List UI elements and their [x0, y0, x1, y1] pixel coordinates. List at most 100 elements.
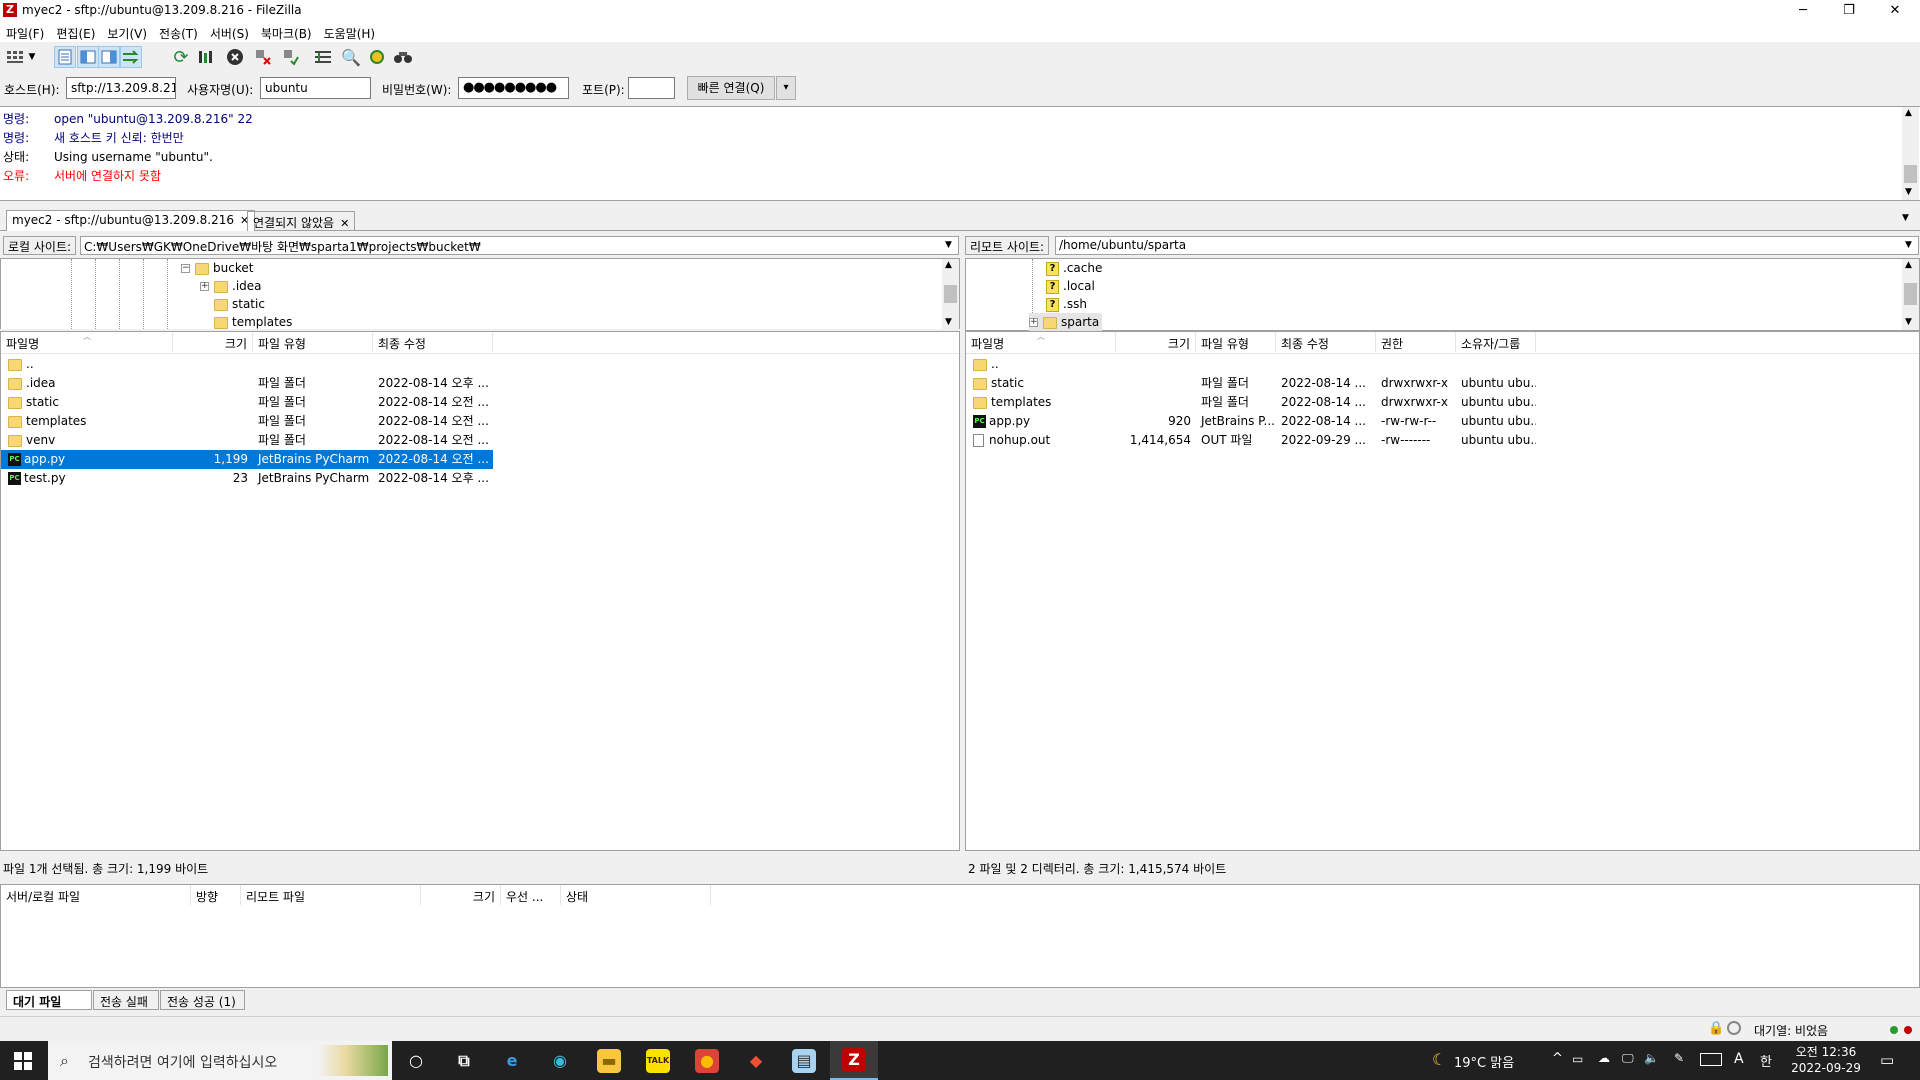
taskbar-search-box[interactable]: ⌕ 검색하려면 여기에 입력하십시오 [48, 1041, 392, 1080]
search-icon[interactable] [392, 46, 414, 68]
table-row[interactable]: static 파일 폴더 2022-08-14 ... drwxrwxr-x ubunt… [966, 374, 1919, 393]
tab-list-icon[interactable]: ▼ [1902, 213, 1909, 223]
menu-help[interactable]: 도움말(H) [318, 22, 382, 42]
tree-item-static[interactable]: static [214, 295, 265, 313]
log-scrollbar[interactable]: ▲ ▼ [1902, 107, 1919, 200]
pen-icon[interactable]: ✎ [1674, 1051, 1684, 1065]
tab-failed-transfers[interactable]: 전송 실패 [93, 990, 159, 1010]
quickconnect-button[interactable]: 빠른 연결(Q) [687, 76, 775, 100]
quickconnect-dropdown[interactable]: ▾ [776, 76, 796, 100]
sync-browse-icon[interactable] [366, 46, 388, 68]
col-type[interactable]: 파일 유형 [1196, 332, 1276, 352]
col-size[interactable]: 크기 [1116, 332, 1196, 352]
tab-successful-transfers[interactable]: 전송 성공 (1) [160, 990, 245, 1010]
collapse-icon[interactable]: − [181, 264, 190, 273]
col-owner[interactable]: 소유자/그룹 [1456, 332, 1536, 352]
local-tree-scrollbar[interactable]: ▲ ▼ [942, 259, 959, 329]
menu-transfer[interactable]: 전송(T) [153, 22, 204, 42]
expand-icon[interactable]: + [1029, 318, 1038, 327]
kakaotalk-icon[interactable]: TALK [634, 1041, 682, 1080]
keyboard-icon[interactable] [1700, 1053, 1722, 1066]
chrome-icon[interactable]: ● [683, 1041, 731, 1080]
menu-server[interactable]: 서버(S) [204, 22, 255, 42]
table-row[interactable]: .idea 파일 폴더 2022-08-14 오후 ... [1, 374, 959, 393]
task-view-icon[interactable]: ⧉ [440, 1041, 488, 1080]
cortana-icon[interactable]: ○ [392, 1041, 440, 1080]
dropdown-arrow-icon[interactable]: ▼ [26, 46, 38, 68]
scroll-down-icon[interactable]: ▼ [1905, 187, 1912, 197]
tab-disconnected[interactable]: 연결되지 않았음 ✕ [247, 211, 356, 231]
windows-start-icon[interactable] [14, 1052, 32, 1073]
tree-item-local[interactable]: ? .local [1046, 277, 1095, 295]
menu-file[interactable]: 파일(F) [0, 22, 50, 42]
scroll-thumb[interactable] [1904, 165, 1917, 183]
close-tab-icon[interactable]: ✕ [340, 217, 349, 230]
col-type[interactable]: 파일 유형 [253, 332, 373, 352]
table-row[interactable]: PC test.py 23 JetBrains PyCharm 2022-08-14 오… [1, 469, 959, 488]
ime-hangul[interactable]: 한 [1760, 1051, 1772, 1070]
toggle-local-tree-icon[interactable] [77, 46, 99, 68]
scroll-thumb[interactable] [1904, 283, 1917, 305]
notepad-icon[interactable]: ▤ [780, 1041, 828, 1080]
clock-date[interactable]: 2022-09-29 [1790, 1061, 1862, 1075]
tab-myec2[interactable]: myec2 - sftp://ubuntu@13.209.8.216 ✕ [6, 210, 256, 231]
edge-icon[interactable]: ◉ [536, 1041, 584, 1080]
tree-item-sparta[interactable]: + sparta [1029, 313, 1103, 331]
table-row[interactable]: .. [1, 355, 959, 374]
table-row[interactable]: templates 파일 폴더 2022-08-14 오전 ... [1, 412, 959, 431]
col-size[interactable]: 크기 [173, 332, 253, 352]
speed-limit-icon[interactable] [1727, 1021, 1741, 1035]
remote-path-input[interactable]: /home/ubuntu/sparta [1055, 236, 1919, 255]
table-row[interactable]: templates 파일 폴더 2022-08-14 ... drwxrwxr-x ub… [966, 393, 1919, 412]
tree-item-cache[interactable]: ? .cache [1046, 259, 1102, 277]
chevron-up-icon[interactable]: ^ [1552, 1051, 1563, 1066]
col-permissions[interactable]: 권한 [1376, 332, 1456, 352]
col-server-local-file[interactable]: 서버/로컬 파일 [1, 885, 191, 905]
remote-tree-scrollbar[interactable]: ▲ ▼ [1902, 259, 1919, 330]
close-button[interactable]: ✕ [1872, 0, 1918, 22]
expand-icon[interactable]: + [200, 282, 209, 291]
col-priority[interactable]: 우선 ... [501, 885, 561, 905]
refresh-icon[interactable]: ⟳ [170, 46, 192, 68]
chevron-down-icon[interactable]: ▼ [945, 240, 952, 250]
disconnect-icon[interactable] [252, 46, 274, 68]
scroll-up-icon[interactable]: ▲ [945, 260, 952, 270]
notification-icon[interactable]: ▭ [1880, 1051, 1894, 1069]
git-icon[interactable]: ◆ [732, 1041, 780, 1080]
port-input[interactable] [628, 77, 675, 99]
weather-text[interactable]: 19°C 맑음 [1454, 1052, 1514, 1071]
scroll-down-icon[interactable]: ▼ [1905, 317, 1912, 327]
toggle-log-icon[interactable] [54, 46, 76, 68]
col-modified[interactable]: 최종 수정 [1276, 332, 1376, 352]
user-input[interactable]: ubuntu [260, 77, 371, 99]
network-icon[interactable]: ▭ [1572, 1052, 1583, 1066]
col-direction[interactable]: 방향 [191, 885, 241, 905]
process-queue-icon[interactable] [194, 46, 216, 68]
table-row[interactable]: PC app.py 920 JetBrains P... 2022-08-14 ... -… [966, 412, 1919, 431]
minimize-button[interactable]: ─ [1780, 0, 1826, 22]
tree-item-bucket[interactable]: − bucket [181, 259, 253, 277]
table-row[interactable]: PC app.py 1,199 JetBrains PyCharm 2022-08-14… [1, 450, 493, 469]
table-row[interactable]: .. [966, 355, 1919, 374]
display-icon[interactable]: 🖵 [1622, 1051, 1634, 1066]
toggle-remote-tree-icon[interactable] [98, 46, 120, 68]
tab-queued-files[interactable]: 대기 파일 [6, 990, 92, 1010]
scroll-up-icon[interactable]: ▲ [1905, 108, 1912, 118]
clock-time[interactable]: 오전 12:36 [1790, 1043, 1862, 1060]
col-queue-size[interactable]: 크기 [421, 885, 501, 905]
ie-icon[interactable]: e [488, 1041, 536, 1080]
scroll-down-icon[interactable]: ▼ [945, 317, 952, 327]
filter-icon[interactable] [312, 46, 334, 68]
ime-mode[interactable]: A [1734, 1051, 1744, 1067]
scroll-up-icon[interactable]: ▲ [1905, 260, 1912, 270]
menu-bookmarks[interactable]: 북마크(B) [255, 22, 318, 42]
local-path-input[interactable]: C:₩Users₩GK₩OneDrive₩바탕 화면₩sparta1₩proje… [80, 236, 959, 255]
tree-item-ssh[interactable]: ? .ssh [1046, 295, 1087, 313]
password-input[interactable]: ●●●●●●●●● [458, 77, 569, 99]
cloud-icon[interactable]: ☁ [1598, 1051, 1610, 1065]
menu-edit[interactable]: 편집(E) [50, 22, 101, 42]
compare-icon[interactable]: 🔍 [340, 46, 362, 68]
table-row[interactable]: static 파일 폴더 2022-08-14 오전 ... [1, 393, 959, 412]
site-manager-icon[interactable] [4, 46, 26, 68]
table-row[interactable]: nohup.out 1,414,654 OUT 파일 2022-09-29 ... -r… [966, 431, 1919, 450]
